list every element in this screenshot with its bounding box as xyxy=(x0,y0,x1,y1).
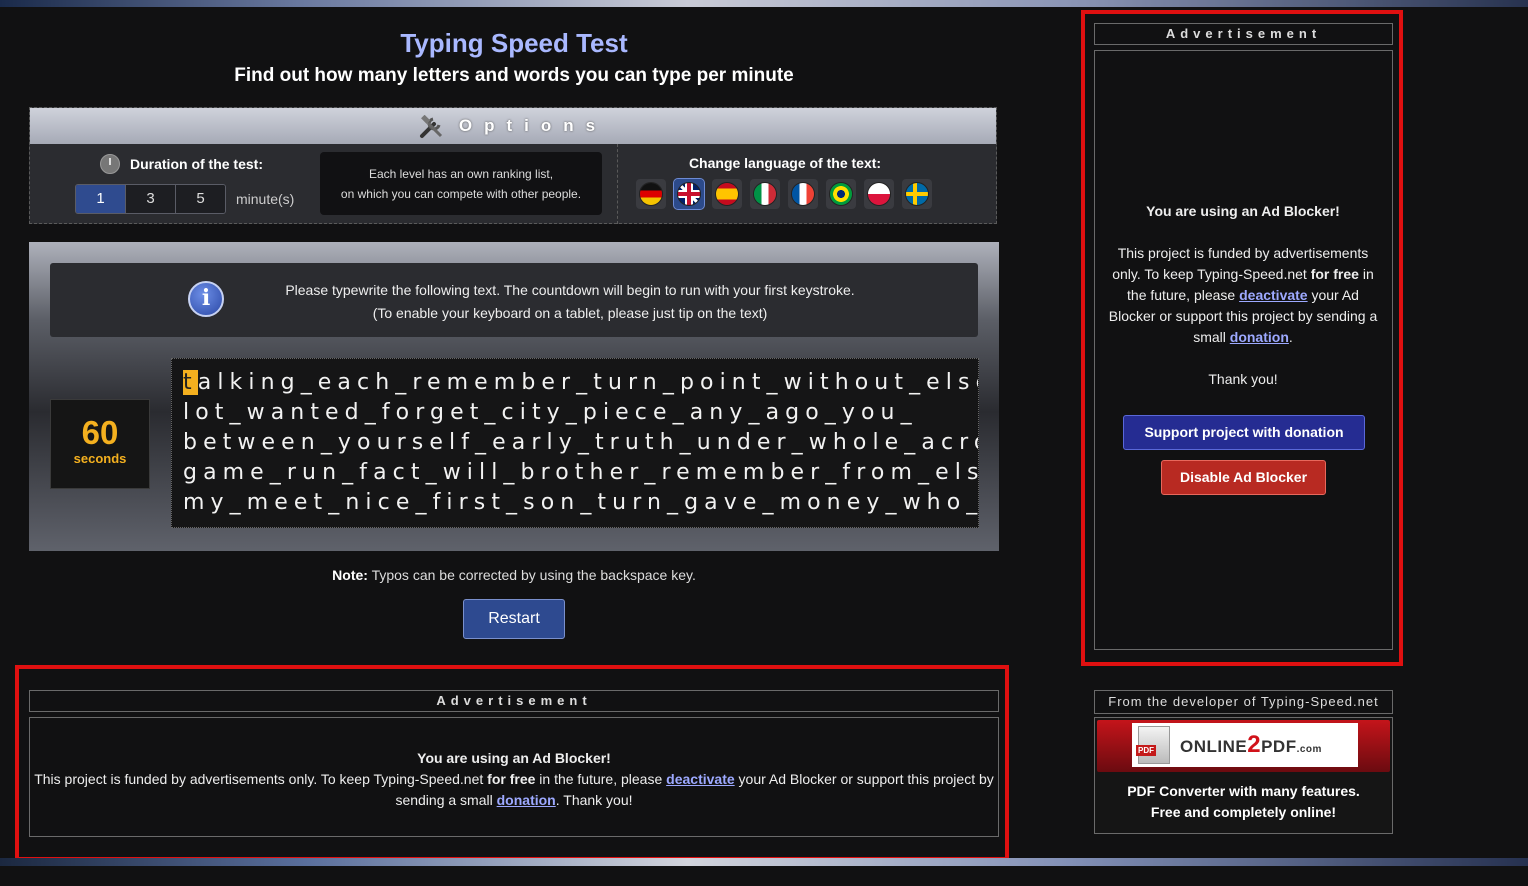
bottom-ad-deactivate-link[interactable]: deactivate xyxy=(666,771,734,787)
brazil-flag-icon xyxy=(830,183,852,205)
logo-online: ONLINE xyxy=(1180,737,1248,756)
right-ad-free: for free xyxy=(1310,266,1359,282)
flag-german[interactable] xyxy=(636,179,666,209)
flag-swedish[interactable] xyxy=(902,179,932,209)
flag-italian[interactable] xyxy=(750,179,780,209)
bottom-ad-free: for free xyxy=(487,771,536,787)
current-character: t xyxy=(183,370,198,395)
flag-spanish[interactable] xyxy=(712,179,742,209)
clock-icon xyxy=(100,154,120,174)
uk-flag-icon xyxy=(678,183,700,205)
bottom-ad-heading: You are using an Ad Blocker! xyxy=(417,750,611,766)
info-box: i Please typewrite the following text. T… xyxy=(50,263,978,337)
timer-value: 60 xyxy=(81,414,119,451)
page-title: Typing Speed Test xyxy=(400,28,628,58)
flag-french[interactable] xyxy=(788,179,818,209)
bottom-ad-message: You are using an Ad Blocker! This projec… xyxy=(30,748,998,811)
right-ad-text-4: . xyxy=(1288,329,1293,345)
options-panel: Options Duration of the test: 1 3 5 minu… xyxy=(29,107,997,224)
online2pdf-banner[interactable]: PDF ONLINE2PDF.com xyxy=(1097,720,1390,772)
minutes-label: minute(s) xyxy=(236,191,295,207)
duration-label: Duration of the test: xyxy=(130,156,263,172)
flag-english[interactable] xyxy=(673,178,705,210)
developer-promo-text: PDF Converter with many features. Free a… xyxy=(1095,781,1392,823)
flag-polish[interactable] xyxy=(864,179,894,209)
pdf-file-icon: PDF xyxy=(1136,726,1170,764)
duration-option-3[interactable]: 3 xyxy=(126,185,176,213)
right-ad-heading: You are using an Ad Blocker! xyxy=(1146,203,1340,219)
typing-panel: i Please typewrite the following text. T… xyxy=(29,242,999,551)
ranking-note-line2: on which you can compete with other peop… xyxy=(340,187,582,201)
ranking-note: Each level has an own ranking list, on w… xyxy=(320,152,602,215)
duration-option-1[interactable]: 1 xyxy=(76,185,126,213)
info-line2: (To enable your keyboard on a tablet, pl… xyxy=(372,305,768,321)
logo-pdf: PDF xyxy=(1261,737,1297,756)
developer-promo-title: From the developer of Typing-Speed.net xyxy=(1094,690,1393,714)
ranking-note-line1: Each level has an own ranking list, xyxy=(368,167,554,181)
timer-unit: seconds xyxy=(73,451,127,466)
bottom-ad-box: You are using an Ad Blocker! This projec… xyxy=(29,717,999,837)
options-divider xyxy=(617,144,618,224)
countdown-timer: 60 seconds xyxy=(50,399,150,489)
promo-line2: Free and completely online! xyxy=(1150,804,1337,820)
right-ad-donation-link[interactable]: donation xyxy=(1230,329,1289,345)
language-flags xyxy=(636,178,932,210)
developer-promo-box[interactable]: PDF ONLINE2PDF.com PDF Converter with ma… xyxy=(1094,717,1393,834)
right-ad-deactivate-link[interactable]: deactivate xyxy=(1239,287,1307,303)
bottom-ad-text: This project is funded by advertisements… xyxy=(34,771,488,787)
bottom-decor-bar xyxy=(0,858,1528,866)
text-line-5: my_meet_nice_first_son_turn_gave_money_w… xyxy=(183,490,979,515)
text-line-2: lot_wanted_forget_city_piece_any_ago_you… xyxy=(183,400,918,425)
options-header: Options xyxy=(30,108,996,144)
tools-icon xyxy=(419,115,445,138)
bottom-ad-text-2: in the future, please xyxy=(535,771,667,787)
france-flag-icon xyxy=(792,183,814,205)
promo-line1: PDF Converter with many features. xyxy=(1127,783,1360,799)
flag-brazil[interactable] xyxy=(826,179,856,209)
info-icon: i xyxy=(188,281,224,317)
logo-com: .com xyxy=(1296,744,1322,755)
language-label: Change language of the text: xyxy=(688,155,882,171)
text-line-4: game_run_fact_will_brother_remember_from… xyxy=(183,460,979,485)
backspace-note: Note: Typos can be corrected by using th… xyxy=(29,567,999,583)
bottom-ad-text-4: . Thank you! xyxy=(555,792,633,808)
text-line-1: talking_each_remember_turn_point_without… xyxy=(183,370,979,395)
info-text: Please typewrite the following text. The… xyxy=(230,279,910,325)
duration-option-5[interactable]: 5 xyxy=(176,185,225,213)
top-decor-bar xyxy=(0,0,1528,7)
italy-flag-icon xyxy=(754,183,776,205)
right-ad-thanks: Thank you! xyxy=(1208,371,1278,387)
text-line-3: between_yourself_early_truth_under_whole… xyxy=(183,430,979,455)
bottom-ad-donation-link[interactable]: donation xyxy=(497,792,556,808)
pdf-icon-label: PDF xyxy=(1136,745,1156,756)
german-flag-icon xyxy=(640,183,662,205)
restart-button[interactable]: Restart xyxy=(463,599,565,639)
text-line-1-rest: alking_each_remember_turn_point_without_… xyxy=(197,370,979,395)
online2pdf-logo: PDF ONLINE2PDF.com xyxy=(1132,723,1358,767)
options-title: Options xyxy=(458,116,608,135)
note-label: Note: xyxy=(332,567,368,583)
page-subtitle: Find out how many letters and words you … xyxy=(234,65,794,86)
poland-flag-icon xyxy=(868,183,890,205)
sweden-flag-icon xyxy=(906,183,928,205)
duration-selector: 1 3 5 xyxy=(75,184,226,214)
disable-adblocker-button[interactable]: Disable Ad Blocker xyxy=(1161,460,1326,495)
info-line1: Please typewrite the following text. The… xyxy=(285,282,855,298)
support-donation-button[interactable]: Support project with donation xyxy=(1123,415,1365,450)
typing-text-area[interactable]: talking_each_remember_turn_point_without… xyxy=(171,358,979,528)
logo-two: 2 xyxy=(1247,731,1262,758)
spain-flag-icon xyxy=(716,183,738,205)
right-ad-box: You are using an Ad Blocker! This projec… xyxy=(1094,50,1393,650)
bottom-ad-title: Advertisement xyxy=(29,690,999,712)
right-ad-message: You are using an Ad Blocker! This projec… xyxy=(1107,201,1379,390)
right-ad-title: Advertisement xyxy=(1094,23,1393,45)
logo-wordmark: ONLINE2PDF.com xyxy=(1180,731,1322,759)
note-text: Typos can be corrected by using the back… xyxy=(367,567,696,583)
